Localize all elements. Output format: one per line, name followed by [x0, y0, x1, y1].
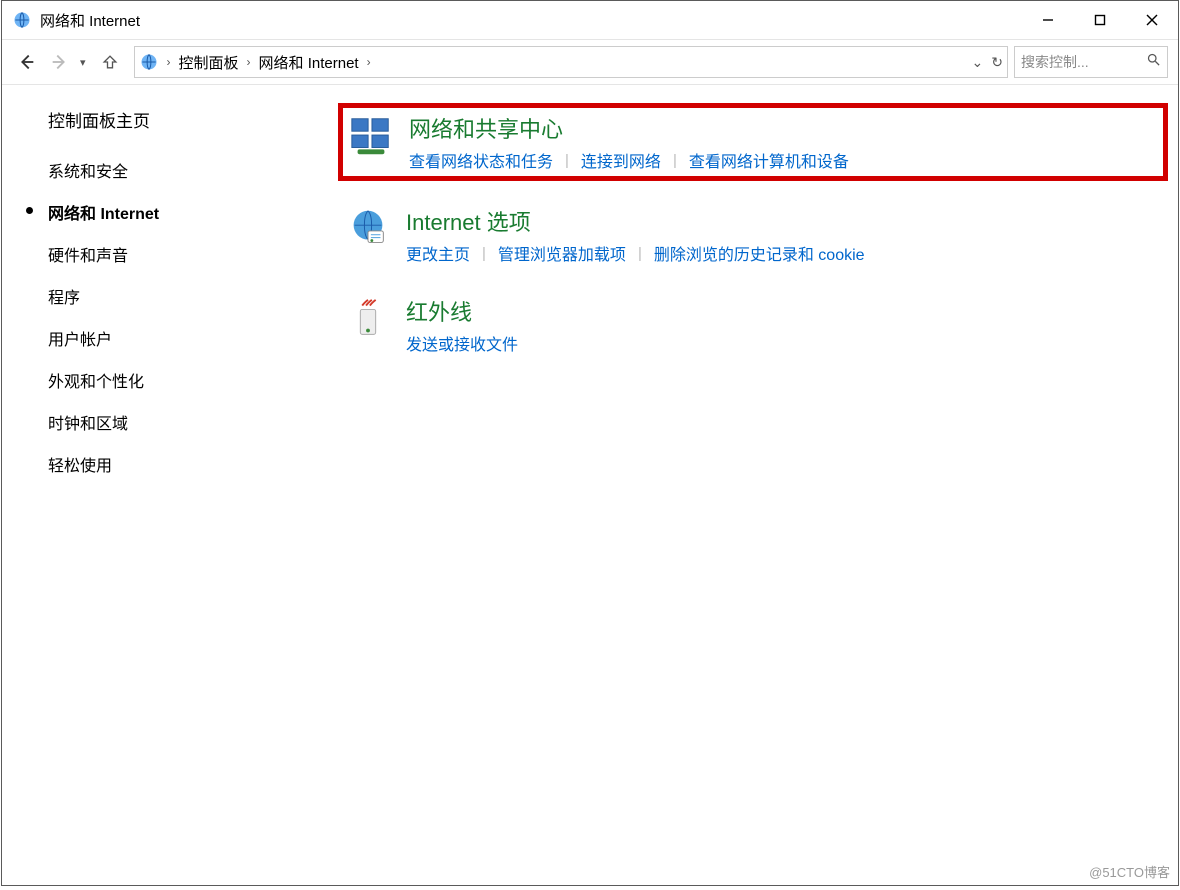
category-link[interactable]: 发送或接收文件 — [406, 331, 518, 355]
address-right-controls: ⌄ ↻ — [972, 54, 1003, 71]
control-panel-home-link[interactable]: 控制面板主页 — [48, 107, 318, 132]
titlebar: 网络和 Internet — [2, 1, 1178, 40]
category-icon — [344, 205, 392, 253]
window-controls — [1022, 1, 1178, 39]
breadcrumb-root[interactable]: 控制面板 — [179, 52, 239, 73]
sidebar-item[interactable]: 网络和 Internet — [48, 200, 318, 224]
category-link[interactable]: 删除浏览的历史记录和 cookie — [654, 241, 865, 265]
search-icon[interactable] — [1146, 52, 1161, 72]
control-panel-window: 网络和 Internet ▾ › 控制面板 › — [1, 0, 1179, 886]
sidebar-item[interactable]: 系统和安全 — [48, 158, 318, 182]
category-link[interactable]: 查看网络状态和任务 — [409, 148, 553, 172]
sidebar-item[interactable]: 用户帐户 — [48, 326, 318, 350]
maximize-button[interactable] — [1074, 1, 1126, 39]
category-link[interactable]: 更改主页 — [406, 241, 470, 265]
up-button[interactable] — [96, 48, 124, 76]
close-button[interactable] — [1126, 1, 1178, 39]
category-icon — [344, 295, 392, 343]
category-link[interactable]: 查看网络计算机和设备 — [689, 148, 849, 172]
category-links: 更改主页 | 管理浏览器加载项 | 删除浏览的历史记录和 cookie — [406, 241, 865, 265]
body: 控制面板主页 系统和安全网络和 Internet 硬件和声音程序用户帐户外观和个性… — [2, 85, 1178, 885]
back-button[interactable] — [12, 48, 40, 76]
breadcrumb-sep: › — [247, 55, 251, 69]
sidebar-item[interactable]: 轻松使用 — [48, 452, 318, 476]
link-divider: | — [638, 245, 642, 262]
history-dropdown[interactable]: ▾ — [80, 56, 86, 69]
chevron-down-icon[interactable]: ⌄ — [972, 54, 984, 71]
category-icon — [347, 112, 395, 160]
link-divider: | — [673, 152, 677, 169]
sidebar-item[interactable]: 时钟和区域 — [48, 410, 318, 434]
sidebar: 控制面板主页 系统和安全网络和 Internet 硬件和声音程序用户帐户外观和个性… — [2, 85, 318, 885]
sidebar-item[interactable]: 外观和个性化 — [48, 368, 318, 392]
category-link[interactable]: 管理浏览器加载项 — [498, 241, 626, 265]
minimize-button[interactable] — [1022, 1, 1074, 39]
category-section: Internet 选项更改主页 | 管理浏览器加载项 | 删除浏览的历史记录和 cook… — [338, 199, 1168, 271]
address-bar[interactable]: › 控制面板 › 网络和 Internet › ⌄ ↻ — [134, 46, 1008, 78]
network-icon — [12, 10, 32, 30]
watermark: @51CTO博客 — [1089, 862, 1170, 881]
forward-button[interactable] — [46, 48, 74, 76]
breadcrumb-current[interactable]: 网络和 Internet — [259, 52, 359, 73]
category-section: 红外线发送或接收文件 — [338, 289, 1168, 361]
refresh-icon[interactable]: ↻ — [991, 54, 1003, 71]
link-divider: | — [482, 245, 486, 262]
main-panel: 网络和共享中心查看网络状态和任务 | 连接到网络 | 查看网络计算机和设备 Interne… — [318, 85, 1178, 885]
category-title[interactable]: 红外线 — [406, 295, 518, 327]
search-box[interactable]: 搜索控制... — [1014, 46, 1168, 78]
category-links: 查看网络状态和任务 | 连接到网络 | 查看网络计算机和设备 — [409, 148, 849, 172]
sidebar-item[interactable]: 硬件和声音 — [48, 242, 318, 266]
category-title[interactable]: 网络和共享中心 — [409, 112, 849, 144]
category-title[interactable]: Internet 选项 — [406, 205, 865, 237]
breadcrumb-sep: › — [367, 55, 371, 69]
category-section: 网络和共享中心查看网络状态和任务 | 连接到网络 | 查看网络计算机和设备 — [338, 103, 1168, 181]
breadcrumb-sep: › — [167, 55, 171, 69]
navigation-bar: ▾ › 控制面板 › 网络和 Internet › ⌄ ↻ 搜索控制... — [2, 40, 1178, 85]
search-placeholder: 搜索控制... — [1021, 52, 1089, 72]
window-title: 网络和 Internet — [40, 10, 1022, 31]
nav-arrows: ▾ — [12, 48, 128, 76]
network-icon — [139, 52, 159, 72]
category-links: 发送或接收文件 — [406, 331, 518, 355]
category-link[interactable]: 连接到网络 — [581, 148, 661, 172]
link-divider: | — [565, 152, 569, 169]
sidebar-item[interactable]: 程序 — [48, 284, 318, 308]
